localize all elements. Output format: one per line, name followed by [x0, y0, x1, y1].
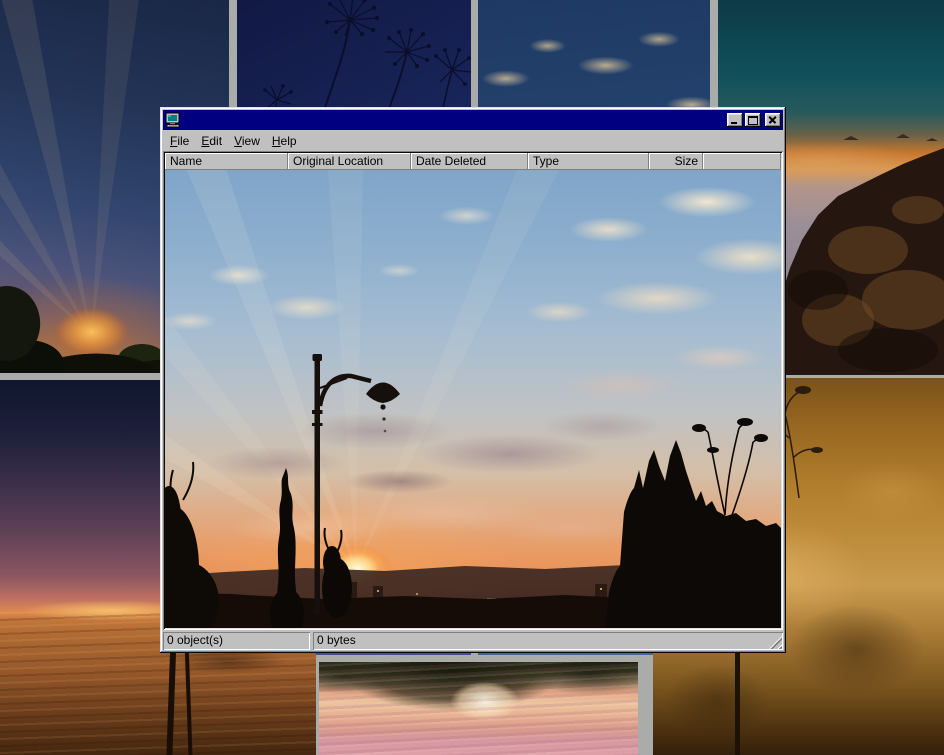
status-object-count: 0 object(s) [163, 632, 310, 650]
photo-silhouettes [165, 170, 781, 628]
column-header-type[interactable]: Type [528, 153, 649, 170]
minimize-icon[interactable] [727, 113, 743, 127]
recycle-bin-window: File Edit View Help Name Original Locati… [160, 107, 786, 653]
titlebar[interactable] [163, 110, 783, 130]
maximize-icon[interactable] [745, 113, 761, 127]
small-tree-silhouette [322, 528, 352, 618]
menu-edit[interactable]: Edit [195, 132, 228, 150]
fence-pole [735, 648, 740, 755]
wispy-leaf-clusters [692, 418, 768, 453]
resize-grip-icon[interactable] [769, 636, 782, 649]
right-trees-silhouette [605, 440, 781, 628]
wallpaper-photo-reflection [319, 662, 638, 755]
menu-view[interactable]: View [228, 132, 266, 150]
close-icon[interactable] [765, 113, 781, 127]
column-header-size[interactable]: Size [649, 153, 703, 170]
column-header-date-deleted[interactable]: Date Deleted [411, 153, 528, 170]
menu-help[interactable]: Help [266, 132, 303, 150]
flower-umbel-silhouettes [237, 0, 471, 120]
status-byte-count: 0 bytes [313, 632, 783, 650]
column-header-name[interactable]: Name [165, 153, 288, 170]
left-bush-silhouette [165, 462, 219, 628]
water-ripples [319, 662, 638, 755]
file-list-view[interactable]: Name Original Location Date Deleted Type… [163, 151, 783, 630]
menu-bar: File Edit View Help [163, 130, 783, 151]
sunset-lamp-photo [165, 170, 781, 628]
menu-file[interactable]: File [164, 132, 195, 150]
column-header-filler [703, 153, 781, 170]
column-header-original-location[interactable]: Original Location [288, 153, 411, 170]
column-header-row: Name Original Location Date Deleted Type… [165, 153, 781, 170]
status-bar: 0 object(s) 0 bytes [163, 632, 783, 650]
computer-icon [165, 112, 181, 128]
